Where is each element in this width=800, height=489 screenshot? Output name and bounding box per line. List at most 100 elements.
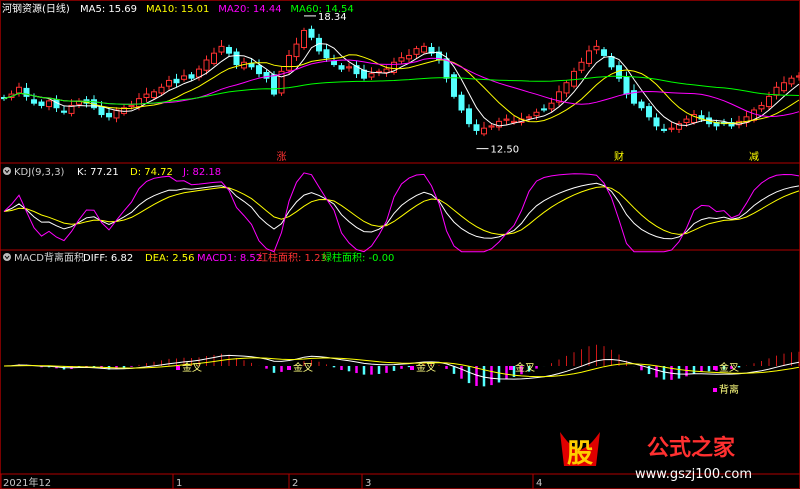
annotation-marker <box>176 366 180 370</box>
candle-body <box>181 75 187 80</box>
event-label: 涨 <box>277 151 287 163</box>
candle-body <box>646 106 652 118</box>
candle-body <box>458 94 465 111</box>
candle-body <box>368 73 375 78</box>
candle-body <box>541 108 547 111</box>
brand-url: www.gszj100.com <box>635 467 752 482</box>
golden-cross-label: 金叉 <box>293 361 313 374</box>
golden-cross-label: 金叉 <box>719 361 739 374</box>
kdj-title: KDJ(9,3,3) <box>14 167 65 178</box>
candle-body <box>668 127 675 130</box>
brand-name: 公式之家 <box>647 435 736 461</box>
candle-body <box>286 54 292 71</box>
candle-body <box>248 62 255 68</box>
candle-body <box>233 51 240 66</box>
ma-legend-3: MA60: 14.54 <box>290 4 353 15</box>
candle-body <box>586 50 592 64</box>
macd-macd1-value: MACD1: 8.52 <box>197 253 262 264</box>
axis-tick-label: 2021年12 <box>3 476 51 489</box>
candle-body <box>166 79 172 87</box>
candle-body <box>578 61 585 71</box>
golden-cross-label: 金叉 <box>416 361 436 374</box>
logo-character: 股 <box>567 439 593 469</box>
macd-title: MACD背离面积 <box>14 251 84 264</box>
candle-body <box>503 118 510 121</box>
candle-body <box>151 91 157 99</box>
candle-body <box>16 86 22 94</box>
candle-body <box>338 65 345 70</box>
annotation-marker <box>509 366 513 370</box>
candle-body <box>443 58 450 79</box>
ma-legend-2: MA20: 14.44 <box>218 4 281 15</box>
candle-body <box>346 66 352 69</box>
candle-body <box>173 78 180 84</box>
kdj-d-value: D: 74.72 <box>130 167 173 178</box>
candle-body <box>61 110 67 113</box>
candle-body <box>323 49 330 59</box>
candle-body <box>781 82 787 92</box>
macd-diff-value: DIFF: 6.82 <box>83 253 133 264</box>
candle-body <box>413 48 420 55</box>
candle-body <box>548 102 555 110</box>
kdj-panel <box>3 172 800 253</box>
candle-body <box>571 70 577 87</box>
candle-body <box>526 116 532 119</box>
ma-legend-0: MA5: 15.69 <box>80 4 137 15</box>
annotation-marker <box>287 366 291 370</box>
macd-green-area: 绿柱面积: -0.00 <box>322 251 394 264</box>
candle-body <box>188 74 195 79</box>
candle-body <box>766 95 772 108</box>
annotation-marker <box>713 366 717 370</box>
stock-chart: 18.34 12.50 涨财减 金叉 金叉 金叉 金叉 金叉 背离 2021年12 1 2 3 4 河… <box>0 0 800 489</box>
candle-body <box>638 101 645 109</box>
candle-body <box>466 108 472 125</box>
macd-dea-value: DEA: 2.56 <box>145 253 195 264</box>
candle-body <box>608 56 615 68</box>
axis-tick-label: 1 <box>176 478 182 489</box>
golden-cross-label: 金叉 <box>182 361 202 374</box>
annotation-marker <box>713 388 717 392</box>
candle-body <box>653 117 660 127</box>
candle-body <box>293 43 300 58</box>
kdj-d-line <box>3 186 800 235</box>
macd-red-area: 红柱面积: 1.23 <box>258 251 327 264</box>
chart-canvas: 18.3412.50涨财减 金叉 金叉 金叉 金叉 金叉背离 2021年12 1 2 3 4 河… <box>0 0 800 489</box>
candle-body <box>488 125 495 128</box>
divergence-label: 背离 <box>719 383 739 396</box>
golden-cross-label: 金叉 <box>515 361 535 374</box>
candle-body <box>158 86 165 94</box>
candle-body <box>226 47 232 54</box>
macd-collapse-icon <box>3 253 11 261</box>
panel-headers: 河钢资源(日线) MA5: 15.69 MA10: 15.01 MA20: 14.44… <box>2 2 394 264</box>
main-price-panel: 18.3412.50涨财减 <box>1 12 800 163</box>
candle-body <box>38 101 45 106</box>
candle-body <box>773 86 780 96</box>
candle-body <box>218 45 225 53</box>
kdj-k-value: K: 77.21 <box>77 167 119 178</box>
candle-body <box>98 106 105 116</box>
annotation-marker <box>410 366 414 370</box>
macd-panel: 金叉 金叉 金叉 金叉 金叉背离 <box>3 344 800 396</box>
candle-body <box>473 124 480 131</box>
candle-body <box>31 99 37 104</box>
low-mark-label: 12.50 <box>491 145 520 156</box>
candle-body <box>406 54 412 60</box>
chart-border <box>0 0 800 489</box>
candle-body <box>563 82 570 94</box>
panel-dividers <box>0 0 800 489</box>
candle-body <box>331 60 337 66</box>
axis-tick-label: 4 <box>536 478 542 489</box>
candle-body <box>481 127 487 135</box>
event-label: 减 <box>749 151 759 163</box>
kdj-j-value: J: 82.18 <box>182 167 221 178</box>
candle-body <box>398 57 405 62</box>
candle-body <box>796 75 800 78</box>
x-axis: 2021年12 1 2 3 4 <box>0 474 542 489</box>
candle-body <box>661 128 667 131</box>
candle-body <box>46 100 52 108</box>
candle-body <box>758 104 765 110</box>
candle-body <box>421 45 427 53</box>
event-label: 财 <box>614 150 624 163</box>
axis-tick-label: 3 <box>365 478 371 489</box>
candle-body <box>533 111 540 117</box>
